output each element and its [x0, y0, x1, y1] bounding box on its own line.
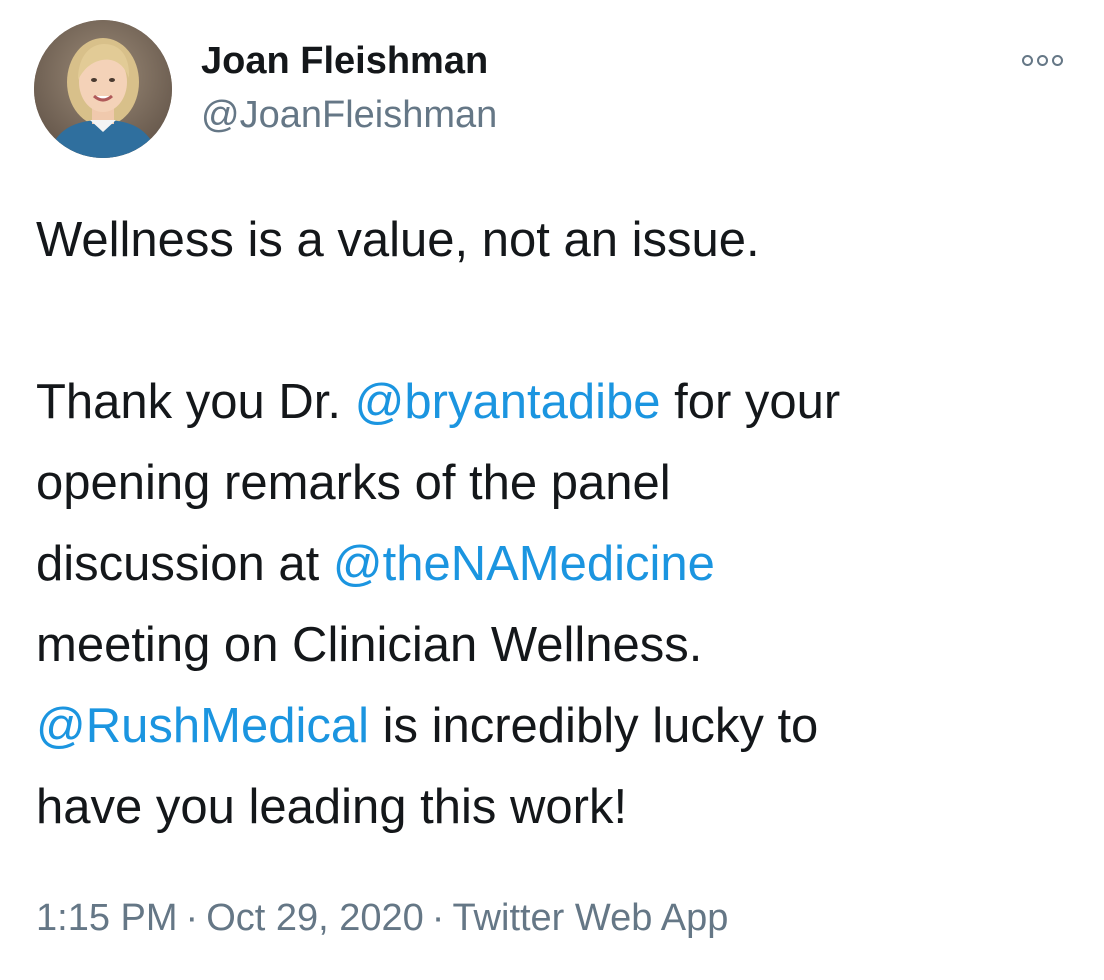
more-options-icon	[1051, 54, 1063, 66]
tweet-text: Wellness is a value, not an issue. Thank…	[36, 200, 1086, 848]
tweet-line: opening remarks of the panel	[36, 456, 671, 510]
tweet-line: Thank you Dr. @bryantadibe for your	[36, 362, 1086, 443]
more-options-icon	[1036, 54, 1048, 66]
author-handle[interactable]: @JoanFleishman	[201, 92, 497, 138]
mention-link-thenamedicine[interactable]: @theNAMedicine	[333, 537, 715, 591]
more-options-icon	[1021, 54, 1033, 66]
author-display-name[interactable]: Joan Fleishman	[201, 38, 488, 84]
tweet-card: Joan Fleishman @JoanFleishman Wellness i…	[0, 0, 1104, 980]
mention-link-rushmedical[interactable]: @RushMedical	[36, 699, 369, 753]
separator-dot: ·	[431, 897, 445, 939]
mention-link-bryantadibe[interactable]: @bryantadibe	[355, 375, 661, 429]
text-segment: Thank you Dr.	[36, 375, 355, 429]
text-segment: is incredibly lucky to	[368, 699, 819, 753]
tweet-line: meeting on Clinician Wellness.	[36, 618, 703, 672]
tweet-source-link[interactable]: Twitter Web App	[452, 897, 728, 939]
tweet-date[interactable]: Oct 29, 2020	[206, 897, 424, 939]
tweet-metadata: 1:15 PM · Oct 29, 2020 · Twitter Web App	[36, 893, 728, 943]
tweet-time[interactable]: 1:15 PM	[36, 897, 178, 939]
tweet-line: @RushMedical is incredibly lucky to	[36, 686, 1086, 767]
text-segment: discussion at	[36, 537, 333, 591]
more-options-button[interactable]	[1010, 42, 1074, 78]
separator-dot: ·	[185, 897, 199, 939]
text-segment: for your	[660, 375, 841, 429]
tweet-line: discussion at @theNAMedicine	[36, 524, 1086, 605]
avatar[interactable]	[34, 20, 172, 158]
tweet-line: Wellness is a value, not an issue.	[36, 213, 760, 267]
paragraph-break	[36, 281, 1086, 362]
profile-photo-icon	[34, 20, 172, 158]
tweet-line: have you leading this work!	[36, 780, 628, 834]
